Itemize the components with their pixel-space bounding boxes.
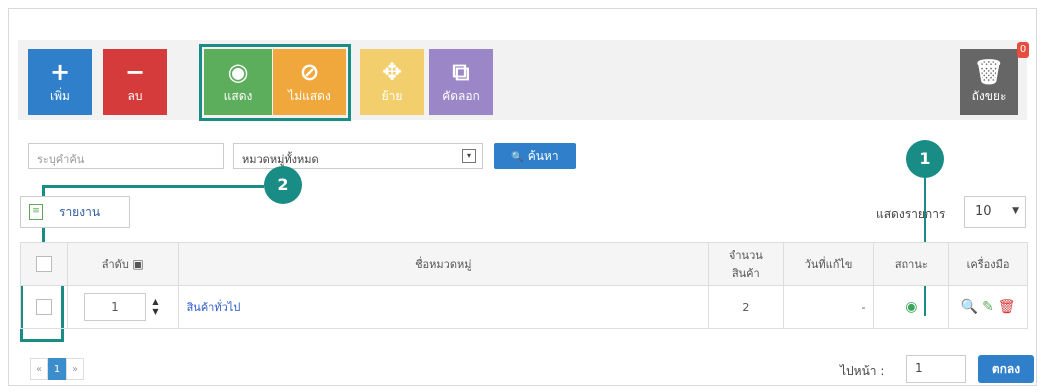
order-cell: 1 ▲ ▼: [66, 285, 179, 329]
search-button-label: ค้นหา: [527, 149, 559, 163]
tools-header-label: เครื่องมือ: [966, 258, 1010, 271]
toolbar: [18, 40, 1027, 120]
product-count: 2: [742, 300, 750, 314]
pager-next[interactable]: »: [66, 358, 84, 380]
eye-icon[interactable]: ◉: [905, 299, 917, 315]
chevron-down-icon: ▾: [462, 149, 476, 163]
annotation-line-2-horizontal: [42, 185, 264, 188]
count-header[interactable]: จำนวนสินค้า: [707, 242, 784, 286]
select-all-cell: [20, 242, 68, 286]
order-stepper[interactable]: ▲ ▼: [149, 297, 161, 317]
count-header-line1: จำนวน: [728, 249, 763, 262]
pencil-icon[interactable]: ✎: [982, 299, 994, 315]
trash-label: ถังขยะ: [971, 89, 1007, 103]
plus-icon: +: [49, 58, 71, 86]
count-header-line2: สินค้า: [731, 267, 760, 280]
report-label: รายงาน: [59, 205, 101, 219]
status-header[interactable]: สถานะ: [873, 242, 950, 286]
copy-label: คัดลอก: [442, 89, 480, 103]
search-input[interactable]: ระบุคำค้น: [28, 143, 224, 169]
per-page-label: แสดงรายการ: [876, 207, 946, 221]
category-select[interactable]: หมวดหมู่ทั้งหมด ▾: [233, 143, 483, 169]
modified-header[interactable]: วันที่แก้ไข: [782, 242, 875, 286]
goto-page-label: ไปหน้า :: [840, 364, 885, 378]
report-button[interactable]: ≡ รายงาน: [20, 196, 130, 228]
table-header-row: ลำดับ ▣ ชื่อหมวดหมู่ จำนวนสินค้า วันที่แ…: [20, 242, 1028, 286]
annotation-marker-1: 1: [906, 140, 944, 178]
add-button[interactable]: + เพิ่ม: [28, 49, 92, 115]
order-input[interactable]: 1: [83, 293, 146, 321]
modified-header-label: วันที่แก้ไข: [804, 258, 853, 271]
tools-header: เครื่องมือ: [948, 242, 1028, 286]
search-icon: 🔍: [511, 152, 524, 163]
minus-icon: −: [124, 58, 146, 86]
search-button[interactable]: 🔍 ค้นหา: [494, 143, 576, 169]
per-page-value: 10: [975, 204, 992, 219]
annotation-marker-2: 2: [264, 166, 302, 204]
per-page-select[interactable]: 10 ▼: [964, 196, 1026, 228]
status-cell: ◉: [873, 285, 950, 329]
goto-page-input[interactable]: 1: [906, 355, 966, 383]
name-header[interactable]: ชื่อหมวดหมู่: [177, 242, 709, 286]
row-select-cell: [20, 285, 68, 329]
trash-button[interactable]: 🗑 ถังขยะ: [960, 49, 1018, 115]
goto-ok-button[interactable]: ตกลง: [978, 355, 1034, 383]
move-label: ย้าย: [381, 89, 403, 103]
pager-prev[interactable]: «: [30, 358, 48, 380]
search-icon[interactable]: 🔍: [961, 299, 978, 315]
chevron-down-icon: ▼: [1012, 206, 1019, 216]
table-row: 1 ▲ ▼ สินค้าทั่วไป 2 - ◉ 🔍 ✎ 🗑: [20, 285, 1028, 329]
pagination: «1»: [30, 358, 84, 382]
document-icon: ≡: [29, 204, 43, 220]
modified-cell: -: [782, 285, 875, 329]
trash-icon: 🗑: [973, 58, 1005, 86]
delete-label: ลบ: [127, 89, 143, 103]
save-icon[interactable]: ▣: [132, 257, 143, 271]
pager-page-1[interactable]: 1: [48, 358, 66, 380]
trash-icon[interactable]: 🗑: [998, 299, 1016, 315]
select-all-checkbox[interactable]: [35, 256, 52, 272]
add-label: เพิ่ม: [50, 89, 70, 103]
product-count-cell: 2: [707, 285, 784, 329]
row-checkbox[interactable]: [35, 299, 52, 315]
highlight-show-hide: [199, 44, 351, 121]
name-header-label: ชื่อหมวดหมู่: [415, 258, 472, 271]
order-header-label: ลำดับ: [101, 258, 129, 271]
category-table: ลำดับ ▣ ชื่อหมวดหมู่ จำนวนสินค้า วันที่แ…: [20, 242, 1028, 329]
move-button[interactable]: ✥ ย้าย: [360, 49, 424, 115]
move-arrows-icon: ✥: [381, 58, 403, 86]
category-select-value: หมวดหมู่ทั้งหมด: [242, 153, 319, 166]
copy-button[interactable]: ⧉ คัดลอก: [429, 49, 493, 115]
status-header-label: สถานะ: [894, 258, 928, 271]
order-header[interactable]: ลำดับ ▣: [66, 242, 179, 286]
copy-icon: ⧉: [452, 58, 470, 86]
delete-button[interactable]: − ลบ: [103, 49, 167, 115]
category-name-link[interactable]: สินค้าทั่วไป: [177, 285, 709, 329]
tools-cell: 🔍 ✎ 🗑: [948, 285, 1028, 329]
modified-value: -: [861, 300, 866, 314]
trash-count-badge: 0: [1017, 42, 1029, 58]
category-name: สินค้าทั่วไป: [186, 301, 241, 314]
